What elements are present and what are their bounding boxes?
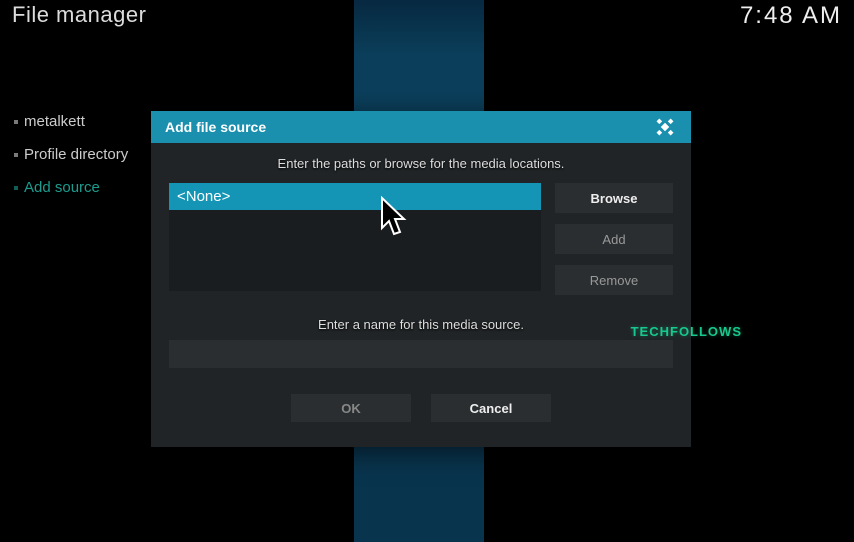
paths-row: <None> Browse Add Remove: [169, 183, 673, 295]
bottom-buttons: OK Cancel: [169, 394, 673, 422]
sidebar-item-label: metalkett: [24, 113, 85, 130]
add-file-source-modal: Add file source Enter the paths or brows…: [151, 111, 691, 447]
sidebar-item-profile-directory[interactable]: Profile directory: [0, 138, 150, 171]
browse-button[interactable]: Browse: [555, 183, 673, 213]
path-list[interactable]: <None>: [169, 183, 541, 291]
bullet-icon: [14, 186, 18, 190]
sidebar-item-metalkett[interactable]: metalkett: [0, 105, 150, 138]
name-instruction: Enter a name for this media source.: [169, 317, 673, 332]
sidebar: metalkett Profile directory Add source: [0, 105, 150, 204]
bullet-icon: [14, 120, 18, 124]
header: File manager 7:48 AM: [0, 0, 854, 36]
remove-button[interactable]: Remove: [555, 265, 673, 295]
paths-instruction: Enter the paths or browse for the media …: [169, 156, 673, 171]
modal-title: Add file source: [165, 119, 266, 135]
source-name-input[interactable]: [169, 340, 673, 368]
clock: 7:48 AM: [740, 2, 842, 30]
modal-body: Enter the paths or browse for the media …: [151, 143, 691, 422]
ok-button[interactable]: OK: [291, 394, 411, 422]
kodi-icon: [648, 110, 682, 144]
action-buttons: Browse Add Remove: [555, 183, 673, 295]
cancel-button[interactable]: Cancel: [431, 394, 551, 422]
sidebar-item-label: Profile directory: [24, 146, 128, 163]
path-entry-none[interactable]: <None>: [169, 183, 541, 210]
sidebar-item-label: Add source: [24, 179, 100, 196]
modal-title-bar: Add file source: [151, 111, 691, 143]
add-button[interactable]: Add: [555, 224, 673, 254]
watermark: TECHFOLLOWS: [631, 324, 742, 339]
page-title: File manager: [12, 2, 146, 28]
sidebar-item-add-source[interactable]: Add source: [0, 171, 150, 204]
bullet-icon: [14, 153, 18, 157]
